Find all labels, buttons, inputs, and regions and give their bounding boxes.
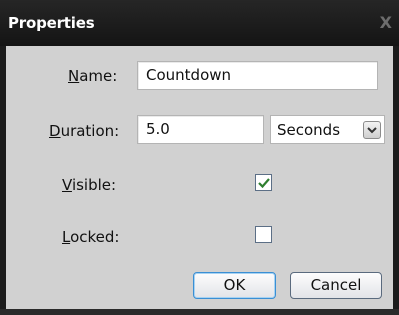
visible-label-mnemonic: V [62,176,72,194]
window-border-bottom [0,309,399,315]
duration-unit-value: Seconds [277,121,341,139]
duration-label-rest: uration: [60,122,120,140]
close-icon[interactable]: X [380,13,392,32]
check-icon [258,178,270,189]
locked-label-mnemonic: L [62,228,71,246]
name-label-rest: ame: [79,67,118,85]
duration-label-mnemonic: D [49,122,61,140]
duration-label: Duration: [49,122,119,140]
name-field[interactable]: Countdown [137,61,378,90]
duration-unit-select[interactable]: Seconds [270,115,385,144]
name-label: Name: [68,67,117,85]
duration-field[interactable]: 5.0 [137,115,264,144]
cancel-button[interactable]: Cancel [290,272,382,299]
chevron-down-icon[interactable] [363,121,381,139]
window-title: Properties [8,14,95,32]
ok-button[interactable]: OK [193,272,276,299]
visible-checkbox[interactable] [255,174,272,191]
properties-dialog: Properties X Name: Countdown Duration: 5… [0,0,399,315]
locked-label: Locked: [62,228,119,246]
locked-label-rest: ocked: [70,228,120,246]
visible-label-rest: isible: [71,176,117,194]
locked-checkbox[interactable] [255,226,272,243]
dialog-body: Name: Countdown Duration: 5.0 Seconds Vi… [6,46,393,309]
name-label-mnemonic: N [68,67,80,85]
title-bar[interactable]: Properties X [0,0,399,46]
visible-label: Visible: [62,176,116,194]
